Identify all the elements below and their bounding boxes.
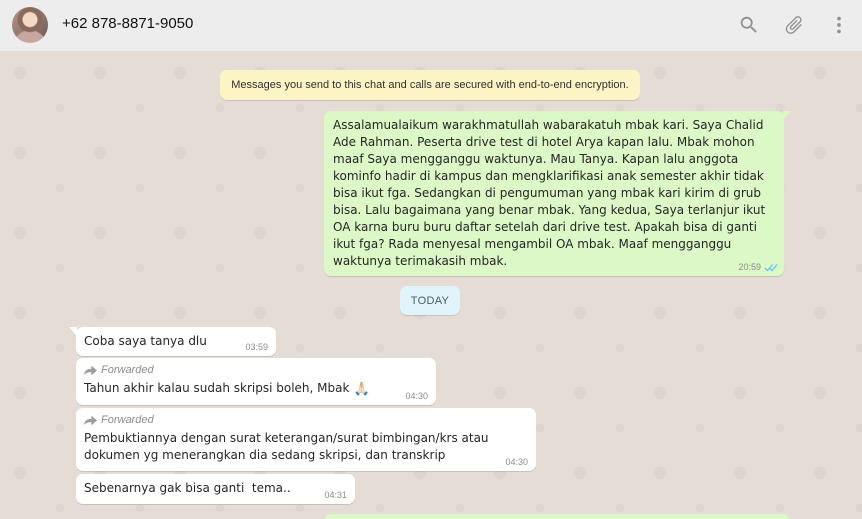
message-text: Tahun akhir kalau sudah skripsi boleh, M… [84,380,428,398]
encryption-notice-text: Messages you send to this chat and calls… [231,79,629,91]
folded-hands-emoji: 🙏🏻 [353,382,370,397]
contact-avatar[interactable] [12,7,48,43]
forwarded-label: Forwarded [101,364,154,376]
message-time: 04:31 [324,490,347,500]
message-incoming-forwarded[interactable]: Forwarded Tahun akhir kalau sudah skrips… [76,358,436,405]
message-text: Assalamualaikum warakhmatullah wabarakat… [333,118,769,268]
message-outgoing-partial[interactable] [324,514,790,519]
forward-arrow-icon [84,365,97,375]
forwarded-indicator: Forwarded [84,363,428,377]
chat-panel[interactable]: Messages you send to this chat and calls… [0,53,862,519]
contact-name[interactable]: +62 878-8871-9050 [62,15,193,32]
message-text: Coba saya tanya dlu [84,334,207,348]
message-time: 04:30 [405,391,428,401]
message-time: 04:30 [505,457,528,467]
message-time: 20:59 [738,262,761,272]
message-text: Pembuktiannya dengan surat keterangan/su… [84,431,493,462]
date-separator: TODAY [400,286,460,315]
message-incoming[interactable]: Coba saya tanya dlu 03:59 [69,327,276,356]
message-time: 03:59 [245,342,268,352]
message-text: Sebenarnya gak bisa ganti tema.. [84,481,291,495]
read-ticks-icon [764,264,778,272]
encryption-notice[interactable]: Messages you send to this chat and calls… [220,70,640,100]
message-outgoing[interactable]: Assalamualaikum warakhmatullah wabarakat… [324,111,791,276]
date-separator-label: TODAY [410,294,450,307]
forwarded-label: Forwarded [101,414,154,426]
message-incoming-forwarded[interactable]: Forwarded Pembuktiannya dengan surat ket… [76,408,536,471]
attach-icon[interactable] [783,14,805,36]
bubble-tail [783,111,791,120]
search-icon[interactable] [738,14,760,36]
message-incoming[interactable]: Sebenarnya gak bisa ganti tema.. 04:31 [76,474,355,504]
bubble-tail [69,327,77,336]
chat-header: +62 878-8871-9050 [0,0,862,52]
message-text-content: Tahun akhir kalau sudah skripsi boleh, M… [84,381,350,395]
forward-arrow-icon [84,415,97,425]
forwarded-indicator: Forwarded [84,413,528,427]
menu-icon[interactable] [828,14,850,36]
